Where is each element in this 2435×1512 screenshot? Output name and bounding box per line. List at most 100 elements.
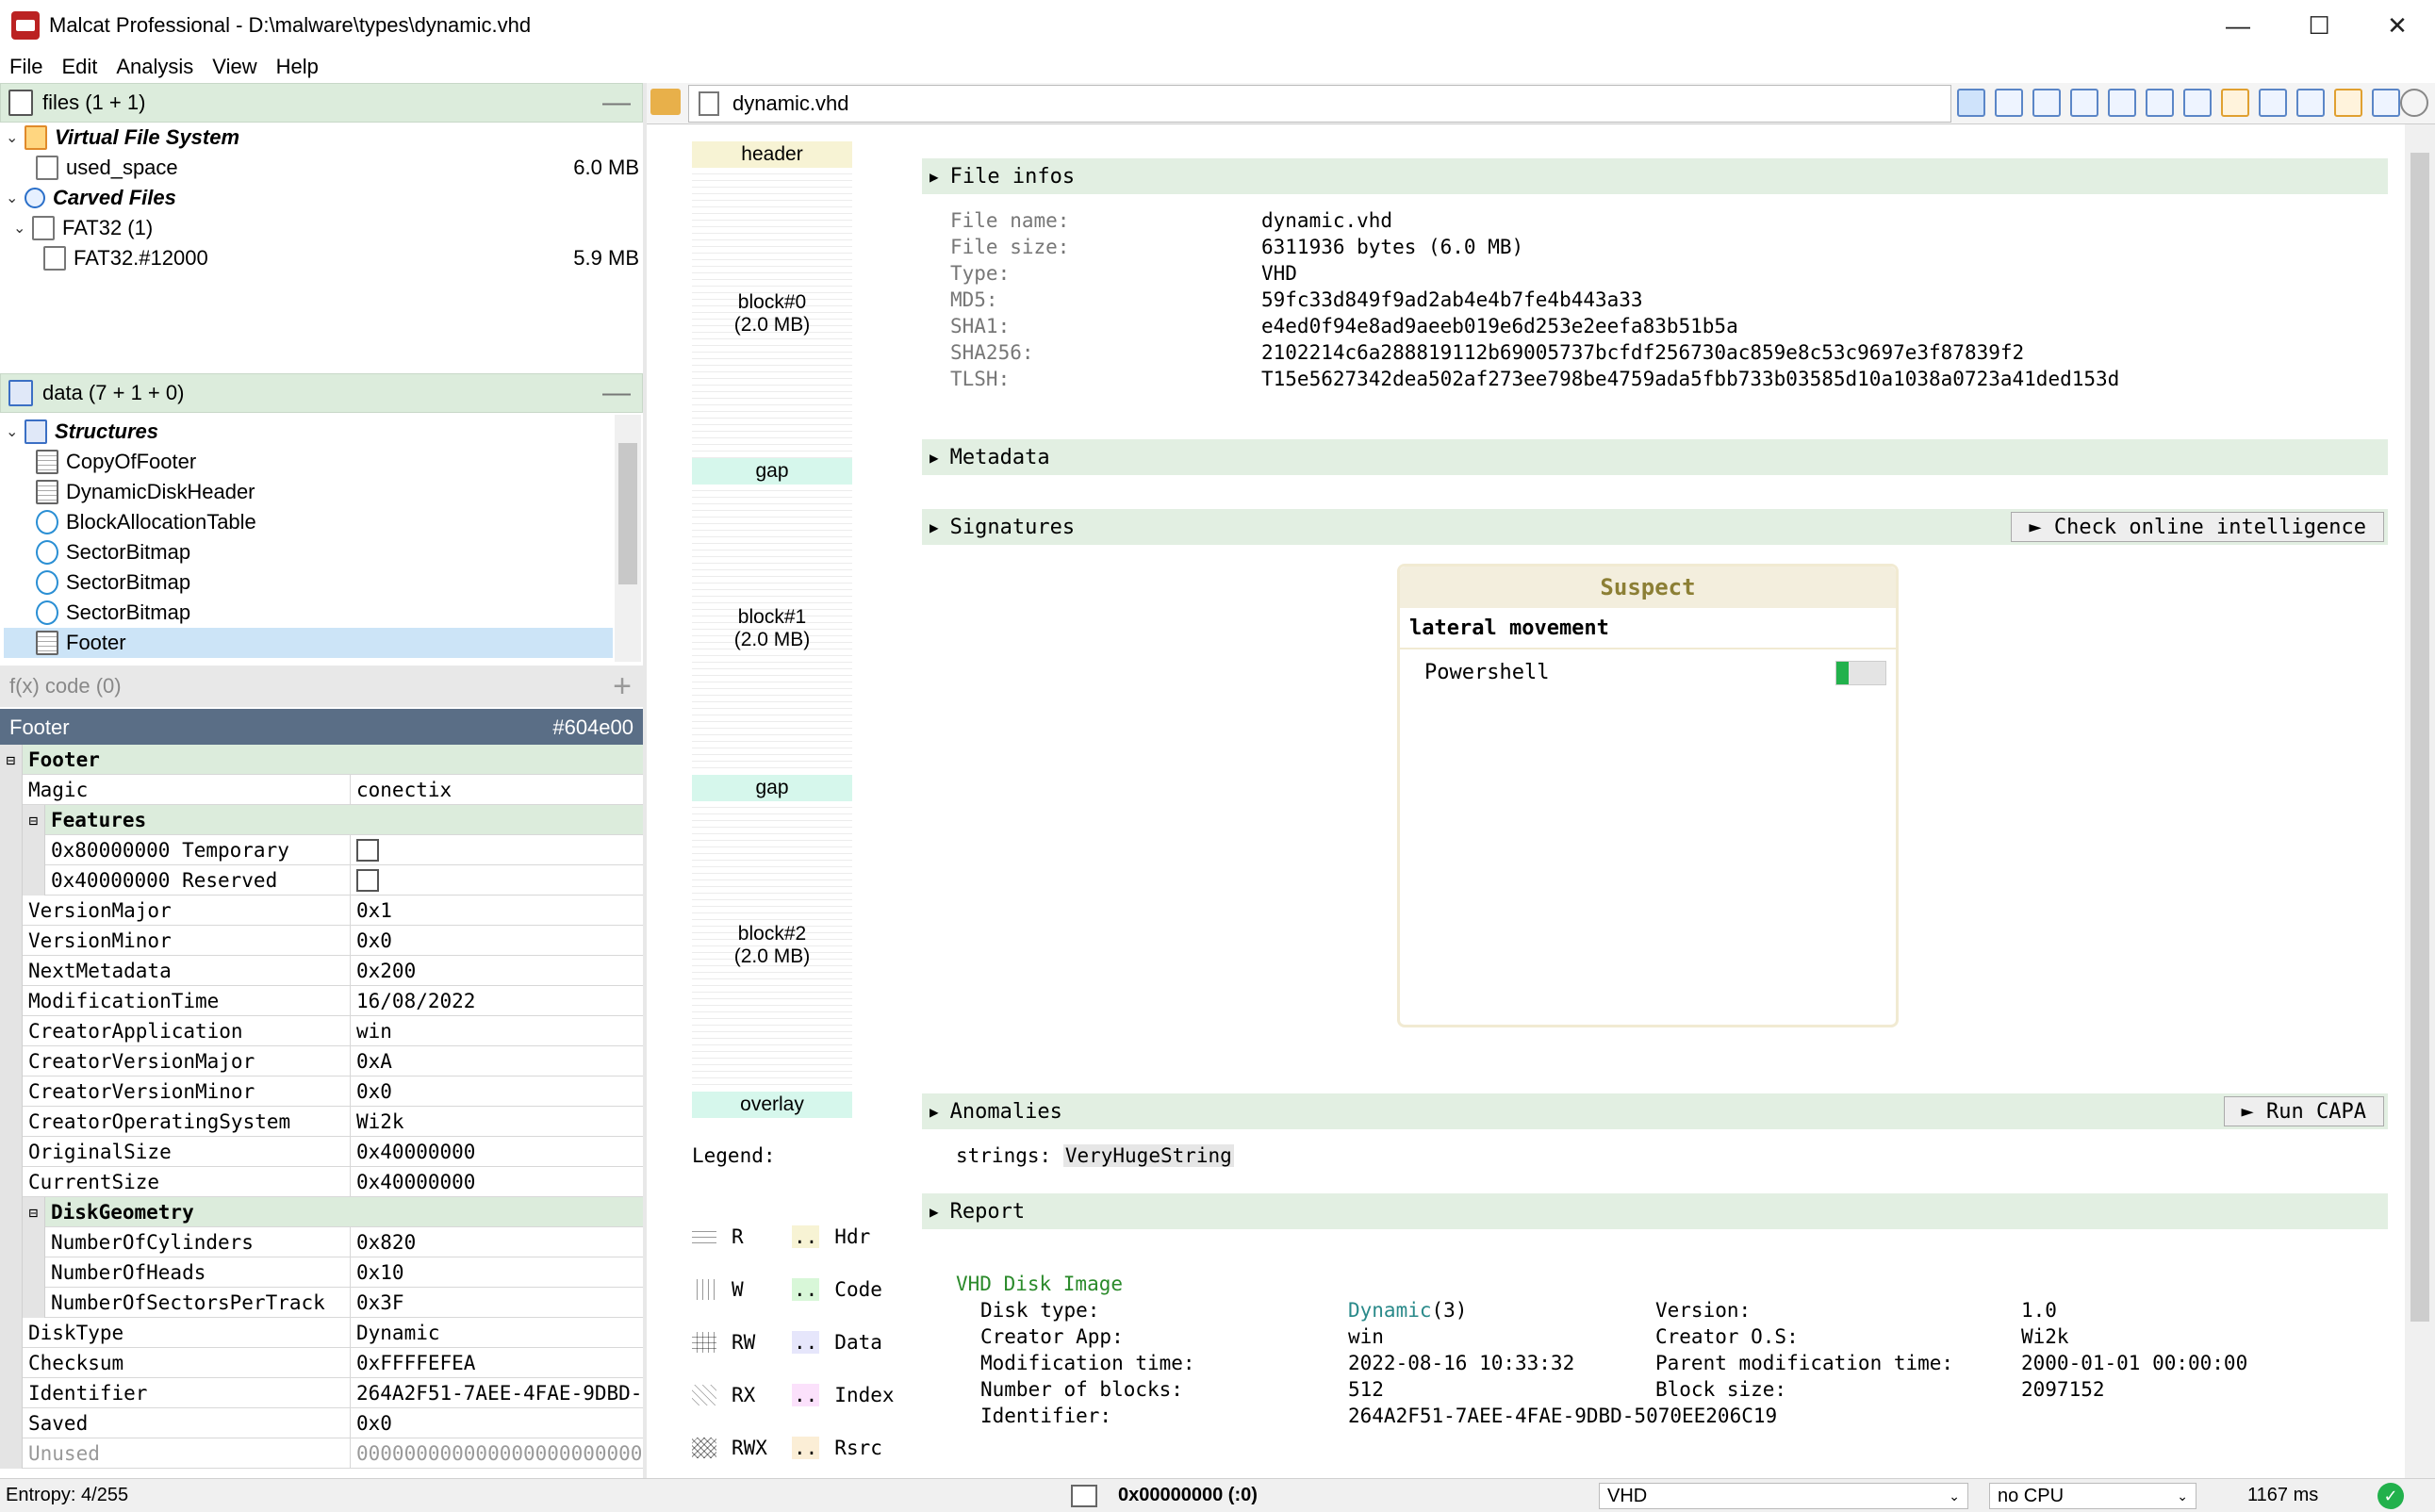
maximize-button[interactable]: ☐ [2281,0,2357,51]
field-group-row[interactable]: ⊟ DiskGeometry [0,1197,643,1227]
row-gutter[interactable]: ⊟ [0,745,23,775]
report-value[interactable]: 1.0 [2021,1299,2057,1322]
check-online-intelligence-button[interactable]: ► Check online intelligence [2011,512,2384,542]
field-value[interactable]: conectix [351,775,643,804]
field-value[interactable] [351,865,643,895]
map-segment-gap[interactable]: gap [692,458,852,485]
source-view-icon[interactable] [2108,89,2136,117]
expand-triangle-icon[interactable]: ▶ [930,449,939,467]
collapse-files-button[interactable]: — [602,87,631,119]
file-info-value[interactable]: T15e5627342dea502af273ee798be4759ada5fbb… [1261,368,2119,390]
field-value[interactable]: 0x3F [351,1288,643,1317]
text-view-icon[interactable] [2146,89,2174,117]
menu-edit[interactable]: Edit [52,55,107,79]
code-pane-header[interactable]: f(x) code (0) + [0,666,643,707]
chevron-down-icon[interactable]: ⌄ [6,128,25,147]
tree-item-blockallocationtable[interactable]: BlockAllocationTable [36,507,601,537]
field-group-row[interactable]: ⊟ Footer [0,745,643,775]
field-value[interactable]: 0x0 [351,1408,643,1438]
row-indent-gutter[interactable]: ⊟ [23,1197,45,1227]
map-segment-gap[interactable]: gap [692,775,852,801]
map-segment-header[interactable]: header [692,141,852,168]
field-row[interactable]: CreatorVersionMinor 0x0 [0,1076,643,1107]
tree-item-sectorbitmap[interactable]: SectorBitmap [36,567,601,598]
field-value[interactable]: 0x40000000 [351,1167,643,1196]
close-button[interactable]: ✕ [2360,0,2435,51]
field-row[interactable]: 0x40000000 Reserved [0,865,643,896]
tree-item-fat32[interactable]: ⌄ FAT32 (1) [13,213,635,243]
report-value[interactable]: Wi2k [2021,1325,2069,1348]
file-info-value[interactable]: 6311936 bytes (6.0 MB) [1261,236,1523,258]
format-select[interactable]: VHD ⌄ [1599,1483,1968,1509]
flag-checkbox[interactable] [356,868,379,892]
expand-triangle-icon[interactable]: ▶ [930,168,939,186]
strings-view-icon[interactable] [2259,89,2287,117]
map-segment-block0[interactable]: block#0 (2.0 MB) [692,168,852,460]
section-metadata[interactable]: ▶ Metadata [922,439,2388,475]
expand-triangle-icon[interactable]: ▶ [930,1103,939,1121]
field-value[interactable]: 0xA [351,1046,643,1076]
field-row[interactable]: NumberOfHeads 0x10 [0,1257,643,1288]
field-value[interactable]: Wi2k [351,1107,643,1136]
field-value[interactable] [351,745,643,774]
imports-view-icon[interactable] [2296,89,2325,117]
menu-view[interactable]: View [203,55,266,79]
files-pane-header[interactable]: files (1 + 1) — [0,83,643,123]
report-value[interactable]: 2000-01-01 00:00:00 [2021,1352,2247,1374]
row-gutter[interactable] [0,805,23,835]
tree-item-copyoffooter[interactable]: CopyOfFooter [36,447,601,477]
open-folder-icon[interactable] [650,89,681,115]
field-value[interactable]: 264A2F51-7AEE-4FAE-9DBD- [351,1378,643,1407]
tree-item-footer-selected[interactable]: Footer [4,628,613,658]
section-anomalies[interactable]: ▶ Anomalies ► Run CAPA [922,1093,2388,1129]
file-info-value[interactable]: e4ed0f94e8ad9aeeb019e6d253e2eefa83b51b5a [1261,315,1738,337]
field-value[interactable]: win [351,1016,643,1045]
minimize-button[interactable]: — [2200,0,2276,51]
section-file-infos[interactable]: ▶ File infos [922,158,2388,194]
field-row[interactable]: VersionMajor 0x1 [0,896,643,926]
run-capa-button[interactable]: ► Run CAPA [2223,1096,2384,1126]
chevron-down-icon[interactable]: ⌄ [6,189,25,207]
tree-item-sectorbitmap[interactable]: SectorBitmap [36,598,601,628]
web-view-icon[interactable] [2400,89,2428,117]
field-value[interactable]: 0x0 [351,926,643,955]
summary-view-icon[interactable] [1957,89,1985,117]
tree-item-structures[interactable]: ⌄ Structures [6,417,609,447]
file-info-value[interactable]: VHD [1261,262,1297,285]
tree-item-fat32-12000[interactable]: FAT32.#12000 5.9 MB [43,243,639,273]
menu-analysis[interactable]: Analysis [107,55,203,79]
field-value[interactable]: 0x40000000 [351,1137,643,1166]
resources-view-icon[interactable] [2221,89,2249,117]
report-value[interactable]: 2022-08-16 10:33:32 [1348,1352,1574,1374]
field-row[interactable]: CreatorOperatingSystem Wi2k [0,1107,643,1137]
scrollbar-thumb[interactable] [2410,153,2429,1322]
field-row[interactable]: Identifier 264A2F51-7AEE-4FAE-9DBD- [0,1378,643,1408]
field-value[interactable] [351,805,643,834]
data-tree-scrollbar[interactable] [615,415,641,662]
field-row[interactable]: CurrentSize 0x40000000 [0,1167,643,1197]
signature-rule-row[interactable]: Powershell [1400,649,1896,695]
section-report[interactable]: ▶ Report [922,1193,2388,1229]
scripts-view-icon[interactable] [2334,89,2362,117]
tree-item-sectorbitmap[interactable]: SectorBitmap [36,537,601,567]
file-info-value[interactable]: 2102214c6a288819112b69005737bcfdf256730a… [1261,341,2024,364]
anomaly-value[interactable]: VeryHugeString [1062,1144,1234,1167]
disasm-view-icon[interactable] [2070,89,2098,117]
field-row[interactable]: 0x80000000 Temporary [0,835,643,865]
proximity-view-icon[interactable] [2183,89,2212,117]
tree-item-dynamicdiskheader[interactable]: DynamicDiskHeader [36,477,601,507]
chevron-down-icon[interactable]: ⌄ [13,219,32,238]
hex-view-icon[interactable] [1995,89,2023,117]
field-row[interactable]: CreatorVersionMajor 0xA [0,1046,643,1076]
flag-checkbox[interactable] [356,838,379,862]
menu-file[interactable]: File [0,55,52,79]
structure-view-icon[interactable] [2032,89,2061,117]
field-value[interactable]: 0x1 [351,896,643,925]
field-row[interactable]: DiskType Dynamic [0,1318,643,1348]
field-value[interactable]: 000000000000000000000000 [351,1438,643,1468]
map-segment-block1[interactable]: block#1 (2.0 MB) [692,485,852,773]
report-value[interactable]: Dynamic(3) [1348,1299,1467,1322]
field-row[interactable]: Saved 0x0 [0,1408,643,1438]
field-row[interactable]: ModificationTime 16/08/2022 [0,986,643,1016]
section-signatures[interactable]: ▶ Signatures ► Check online intelligence [922,509,2388,545]
